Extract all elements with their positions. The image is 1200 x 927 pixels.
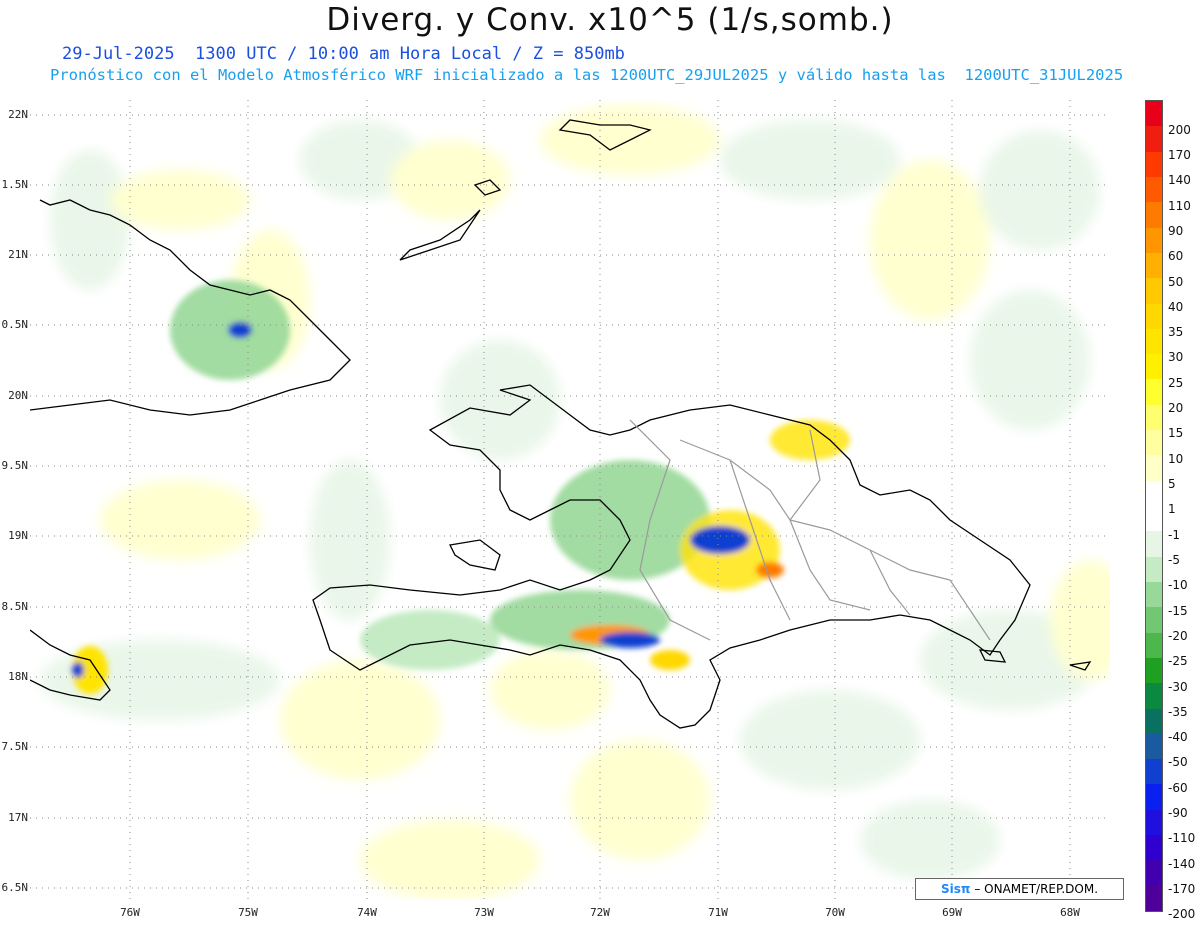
lon-label: 74W (357, 906, 377, 919)
legend-swatch (1146, 480, 1162, 506)
legend-swatch (1146, 835, 1162, 861)
legend-label: -35 (1168, 704, 1188, 719)
legend-label: 110 (1168, 198, 1191, 213)
lat-label: 17N (8, 811, 28, 824)
legend-label: -5 (1168, 552, 1180, 567)
legend-label: -110 (1168, 831, 1196, 846)
legend-label: 140 (1168, 173, 1191, 188)
legend-label: -200 (1168, 907, 1196, 922)
lon-label: 68W (1060, 906, 1080, 919)
legend-label: -60 (1168, 780, 1188, 795)
valid-time-subtitle: 29-Jul-2025 1300 UTC / 10:00 am Hora Loc… (62, 44, 625, 64)
legend-swatch (1146, 101, 1162, 127)
legend-label: 10 (1168, 451, 1184, 466)
legend-swatch (1146, 632, 1162, 658)
lat-label: 9.5N (1, 459, 29, 472)
legend-label: 90 (1168, 223, 1184, 238)
legend-swatch (1146, 202, 1162, 228)
legend-label: 170 (1168, 147, 1191, 162)
lat-label: 7.5N (1, 740, 29, 753)
legend-swatch (1146, 506, 1162, 532)
legend-swatch (1146, 784, 1162, 810)
legend-label: -90 (1168, 806, 1188, 821)
legend-swatch (1146, 683, 1162, 709)
legend-label: -140 (1168, 856, 1196, 871)
lon-label: 72W (590, 906, 610, 919)
lon-label: 75W (238, 906, 258, 919)
legend-label: 50 (1168, 274, 1184, 289)
lon-label: 76W (120, 906, 140, 919)
legend-swatch (1146, 733, 1162, 760)
model-run-subtitle: Pronóstico con el Modelo Atmosférico WRF… (50, 66, 1124, 84)
lat-label: 20N (8, 389, 28, 402)
legend-swatch (1146, 227, 1162, 253)
legend-label: -170 (1168, 882, 1196, 897)
sispi-logo: Sisπ (940, 882, 971, 896)
legend-label: 200 (1168, 122, 1191, 137)
legend-label: 30 (1168, 350, 1184, 365)
credit-box: Sisπ – ONAMET/REP.DOM. (915, 878, 1124, 900)
legend-label: 1 (1168, 502, 1176, 517)
legend-swatch (1146, 809, 1162, 836)
legend-swatch (1146, 252, 1162, 279)
legend-label: -40 (1168, 730, 1188, 745)
divergence-map (30, 100, 1110, 900)
lon-label: 71W (708, 906, 728, 919)
legend-swatch (1146, 430, 1162, 456)
legend-swatch (1146, 708, 1162, 734)
map-panel (30, 100, 1110, 900)
lat-label: 0.5N (1, 318, 29, 331)
legend-label: 5 (1168, 477, 1176, 492)
legend-swatch (1146, 303, 1162, 329)
legend-swatch (1146, 581, 1162, 608)
legend-swatch (1146, 151, 1162, 177)
lat-label: 21N (8, 248, 28, 261)
legend-swatch (1146, 607, 1162, 633)
legend-label: -15 (1168, 603, 1188, 618)
legend-swatch (1146, 759, 1162, 785)
legend-swatch (1146, 885, 1162, 911)
legend-label: 15 (1168, 426, 1184, 441)
legend-swatch (1146, 126, 1162, 152)
legend-swatch (1146, 455, 1162, 481)
legend-swatch (1146, 531, 1162, 557)
legend-swatch (1146, 556, 1162, 582)
lat-label: 22N (8, 108, 28, 121)
legend-label: -30 (1168, 679, 1188, 694)
legend-label: 60 (1168, 249, 1184, 264)
legend-swatch (1146, 176, 1162, 203)
legend-label: -10 (1168, 578, 1188, 593)
legend-label: 25 (1168, 375, 1184, 390)
legend-swatch (1146, 379, 1162, 405)
lat-label: 1.5N (1, 178, 29, 191)
credit-text: – ONAMET/REP.DOM. (974, 882, 1099, 896)
lon-label: 73W (474, 906, 494, 919)
legend-swatch (1146, 278, 1162, 304)
lat-label: 18N (8, 670, 28, 683)
lat-label: 19N (8, 529, 28, 542)
legend-label: -25 (1168, 654, 1188, 669)
map-title: Diverg. y Conv. x10^5 (1/s,somb.) (326, 2, 894, 38)
lon-label: 69W (942, 906, 962, 919)
legend-label: 20 (1168, 401, 1184, 416)
legend-swatch (1146, 657, 1162, 684)
legend-swatch (1146, 328, 1162, 355)
legend-label: -1 (1168, 527, 1180, 542)
lat-label: 8.5N (1, 600, 29, 613)
legend-swatch (1146, 354, 1162, 380)
legend-swatch (1146, 860, 1162, 886)
legend-swatch (1146, 404, 1162, 431)
legend-label: -50 (1168, 755, 1188, 770)
legend-label: 35 (1168, 325, 1184, 340)
lon-label: 70W (825, 906, 845, 919)
lat-label: 6.5N (1, 881, 29, 894)
legend-label: 40 (1168, 299, 1184, 314)
legend-label: -20 (1168, 628, 1188, 643)
color-legend (1145, 100, 1163, 912)
